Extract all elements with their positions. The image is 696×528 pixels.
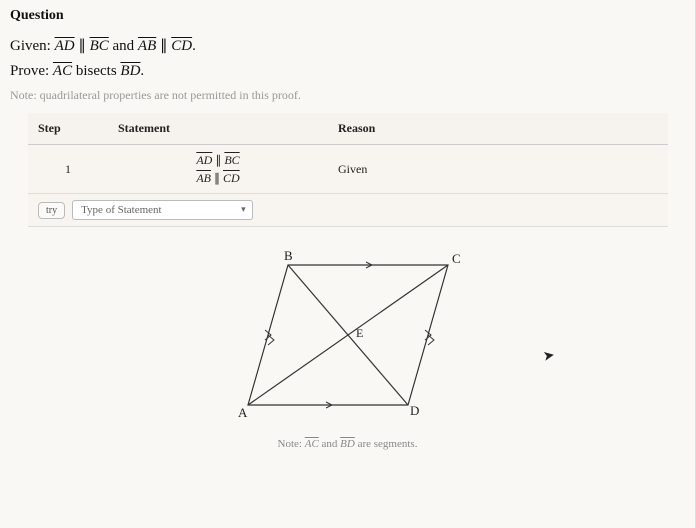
question-heading: Question [10,8,685,24]
vertex-label-e: E [356,326,363,340]
given-line: Given: AD ∥ BC and AB ∥ CD. [10,36,685,55]
segment-ac: AC [53,63,72,79]
vertex-label-c: C [452,251,461,266]
vertex-label-a: A [238,405,248,420]
table-row: 1 AD ∥ BC AB ∥ CD Given [28,145,668,194]
segment-ab: AB [138,38,156,54]
header-reason: Reason [328,113,668,145]
header-step: Step [28,113,108,145]
period: . [192,38,196,54]
header-statement: Statement [108,113,328,145]
table-header-row: Step Statement Reason [28,113,668,145]
segment-bd: BD [340,438,355,450]
diagram: B C D A E [10,245,685,430]
statement-type-select[interactable]: Type of Statement [72,200,253,220]
step-number: 1 [28,145,108,194]
reason-cell: Given [328,145,668,194]
diagonal-bd [288,265,408,405]
diagram-footnote: Note: AC and BD are segments. [10,438,685,450]
page: Question Given: AD ∥ BC and AB ∥ CD. Pro… [0,0,696,528]
try-button[interactable]: try [38,202,65,219]
parallel-symbol: ∥ [211,171,223,185]
segment-bc: BC [90,38,109,54]
mouse-cursor-icon: ➤ [542,347,557,366]
segment-cd: CD [223,171,240,185]
segment-ad: AD [55,38,75,54]
prove-prefix: Prove: [10,63,53,79]
bisects-text: bisects [72,63,120,79]
footnote-and: and [319,438,340,450]
segment-ab: AB [196,171,211,185]
segment-ac: AC [305,438,319,450]
segment-ad: AD [196,153,212,167]
segment-bc: BC [224,153,239,167]
footnote-prefix: Note: [278,438,305,450]
segment-cd: CD [171,38,192,54]
and-text: and [109,38,138,54]
prove-line: Prove: AC bisects BD. [10,63,685,80]
parallel-symbol: ∥ [212,153,224,167]
parallel-symbol: ∥ [156,38,171,54]
given-prefix: Given: [10,38,55,54]
period: . [140,63,144,79]
statement-cell: AD ∥ BC AB ∥ CD [108,145,328,194]
input-row: try Type of Statement [28,194,668,227]
vertex-label-d: D [410,403,419,418]
vertex-label-b: B [284,248,293,263]
segment-bd: BD [120,63,140,79]
parallel-symbol: ∥ [75,38,90,54]
restriction-note: Note: quadrilateral properties are not p… [10,88,685,103]
proof-table: Step Statement Reason 1 AD ∥ BC AB ∥ CD … [28,113,668,227]
footnote-suffix: are segments. [355,438,418,450]
parallelogram-figure: B C D A E [218,245,478,425]
